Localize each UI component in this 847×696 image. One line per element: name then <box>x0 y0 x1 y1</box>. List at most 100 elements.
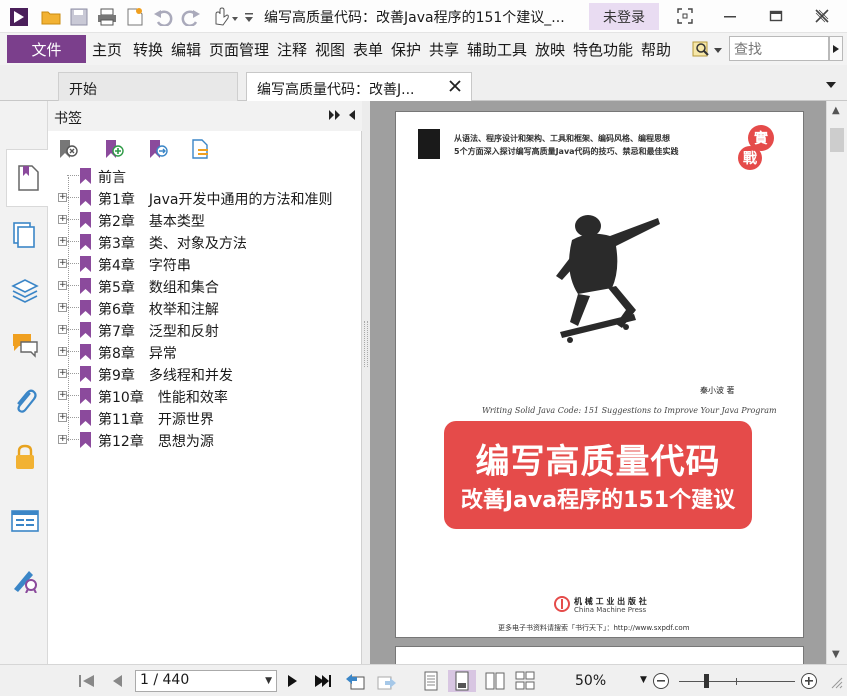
comments-panel-icon[interactable] <box>10 329 40 361</box>
pdf-next-page[interactable] <box>395 646 804 664</box>
tab-start[interactable]: 开始 <box>58 72 238 101</box>
splitter-grip[interactable] <box>364 321 368 367</box>
continuous-view-icon[interactable] <box>448 670 476 692</box>
go-to-bookmark-icon[interactable] <box>146 137 170 161</box>
next-view-icon[interactable] <box>376 670 398 692</box>
search-go-icon[interactable] <box>829 36 843 61</box>
facing-view-icon[interactable] <box>484 670 506 692</box>
bookmark-item[interactable]: + 第6章 枚举和注解 <box>54 297 360 319</box>
menu-page-manage[interactable]: 页面管理 <box>209 39 269 60</box>
expand-toggle-icon[interactable]: + <box>58 259 67 268</box>
close-window-icon[interactable] <box>808 4 836 28</box>
zoom-slider-knob[interactable] <box>704 674 709 688</box>
menu-features[interactable]: 特色功能 <box>573 39 633 60</box>
menu-comment[interactable]: 注释 <box>277 39 307 60</box>
layers-panel-icon[interactable] <box>10 275 40 307</box>
bookmark-item[interactable]: + 第12章 思想为源 <box>54 429 360 451</box>
form-fields-panel-icon[interactable] <box>10 505 40 537</box>
zoom-dropdown-icon[interactable]: ▼ <box>640 675 647 685</box>
last-page-icon[interactable] <box>312 670 334 692</box>
bookmark-item[interactable]: + 第3章 类、对象及方法 <box>54 231 360 253</box>
previous-page-icon[interactable] <box>106 670 128 692</box>
redo-icon[interactable] <box>180 6 202 28</box>
window-resize-grip-icon[interactable] <box>831 677 843 693</box>
expand-toggle-icon[interactable]: + <box>58 435 67 444</box>
menu-slideshow[interactable]: 放映 <box>535 39 565 60</box>
expand-toggle-icon[interactable]: + <box>58 391 67 400</box>
next-page-icon[interactable] <box>282 670 304 692</box>
bookmark-item[interactable]: 前言 <box>54 165 360 187</box>
tab-document[interactable]: 编写高质量代码：改善J... <box>246 72 472 101</box>
delete-bookmark-icon[interactable] <box>56 137 80 161</box>
zoom-out-icon[interactable] <box>650 670 672 692</box>
security-panel-icon[interactable] <box>10 441 40 473</box>
menu-form[interactable]: 表单 <box>353 39 383 60</box>
bookmark-item[interactable]: + 第2章 基本类型 <box>54 209 360 231</box>
bookmark-item[interactable]: + 第9章 多线程和并发 <box>54 363 360 385</box>
tab-close-icon[interactable] <box>449 77 461 96</box>
bookmark-item[interactable]: + 第5章 数组和集合 <box>54 275 360 297</box>
menu-view[interactable]: 视图 <box>315 39 345 60</box>
expand-toggle-icon[interactable]: + <box>58 237 67 246</box>
expand-toggle-icon[interactable]: + <box>58 215 67 224</box>
add-bookmark-icon[interactable] <box>102 137 126 161</box>
hand-tool-icon[interactable] <box>210 6 240 28</box>
expand-toggle-icon[interactable]: + <box>58 325 67 334</box>
collapse-panel-icon[interactable] <box>346 109 356 125</box>
bookmark-item[interactable]: + 第8章 异常 <box>54 341 360 363</box>
zoom-level[interactable]: 50% <box>575 673 606 689</box>
bookmark-item[interactable]: + 第4章 字符串 <box>54 253 360 275</box>
bookmark-item[interactable]: + 第11章 开源世界 <box>54 407 360 429</box>
document-viewer[interactable]: 从语法、程序设计和架构、工具和框架、编码风格、编程思想 5个方面深入探讨编写高质… <box>370 101 826 664</box>
bookmark-item[interactable]: + 第1章 Java开发中通用的方法和准则 <box>54 187 360 209</box>
fullscreen-icon[interactable] <box>671 4 699 28</box>
bookmark-item[interactable]: + 第10章 性能和效率 <box>54 385 360 407</box>
expand-toggle-icon[interactable]: + <box>58 303 67 312</box>
menu-share[interactable]: 共享 <box>429 39 459 60</box>
expand-toggle-icon[interactable]: + <box>58 281 67 290</box>
new-document-icon[interactable] <box>124 6 146 28</box>
search-input[interactable]: 查找 <box>729 36 829 61</box>
maximize-icon[interactable] <box>762 4 790 28</box>
thumbnails-panel-icon[interactable] <box>10 219 40 251</box>
scroll-up-icon[interactable]: ▲ <box>832 105 840 116</box>
undo-icon[interactable] <box>152 6 174 28</box>
expand-panel-icon[interactable] <box>328 109 342 125</box>
menu-protect[interactable]: 保护 <box>391 39 421 60</box>
attachments-panel-icon[interactable] <box>10 385 40 417</box>
panel-splitter[interactable] <box>362 101 370 664</box>
menu-convert[interactable]: 转换 <box>133 39 163 60</box>
menu-home[interactable]: 主页 <box>92 39 122 60</box>
continuous-facing-view-icon[interactable] <box>514 670 536 692</box>
bookmarks-panel-icon[interactable] <box>6 149 48 207</box>
single-page-view-icon[interactable] <box>420 670 442 692</box>
page-dropdown-icon[interactable]: ▼ <box>265 676 272 686</box>
open-folder-icon[interactable] <box>40 6 62 28</box>
customize-toolbar-icon[interactable] <box>242 6 256 28</box>
expand-toggle-icon[interactable]: + <box>58 193 67 202</box>
scrollbar-thumb[interactable] <box>830 128 844 152</box>
bookmark-options-icon[interactable] <box>188 137 212 161</box>
pdf-page[interactable]: 从语法、程序设计和架构、工具和框架、编码风格、编程思想 5个方面深入探讨编写高质… <box>395 111 804 638</box>
file-menu-button[interactable]: 文件 <box>7 35 86 63</box>
save-icon[interactable] <box>68 6 90 28</box>
expand-toggle-icon[interactable]: + <box>58 347 67 356</box>
minimize-icon[interactable] <box>716 4 744 28</box>
bookmark-item[interactable]: + 第7章 泛型和反射 <box>54 319 360 341</box>
print-icon[interactable] <box>96 6 118 28</box>
zoom-in-icon[interactable] <box>798 670 820 692</box>
login-button[interactable]: 未登录 <box>589 3 659 30</box>
first-page-icon[interactable] <box>76 670 98 692</box>
expand-toggle-icon[interactable]: + <box>58 369 67 378</box>
vertical-scrollbar[interactable]: ▲ ▼ <box>826 101 847 664</box>
page-number-input[interactable]: 1 / 440 ▼ <box>135 670 277 692</box>
menu-help[interactable]: 帮助 <box>641 39 671 60</box>
expand-toggle-icon[interactable]: + <box>58 413 67 422</box>
menu-accessibility-tools[interactable]: 辅助工具 <box>467 39 527 60</box>
menu-edit[interactable]: 编辑 <box>171 39 201 60</box>
search-options-icon[interactable] <box>692 39 724 59</box>
zoom-slider-track[interactable] <box>679 681 795 682</box>
signature-panel-icon[interactable] <box>10 563 40 595</box>
previous-view-icon[interactable] <box>344 670 366 692</box>
scroll-down-icon[interactable]: ▼ <box>832 649 840 660</box>
